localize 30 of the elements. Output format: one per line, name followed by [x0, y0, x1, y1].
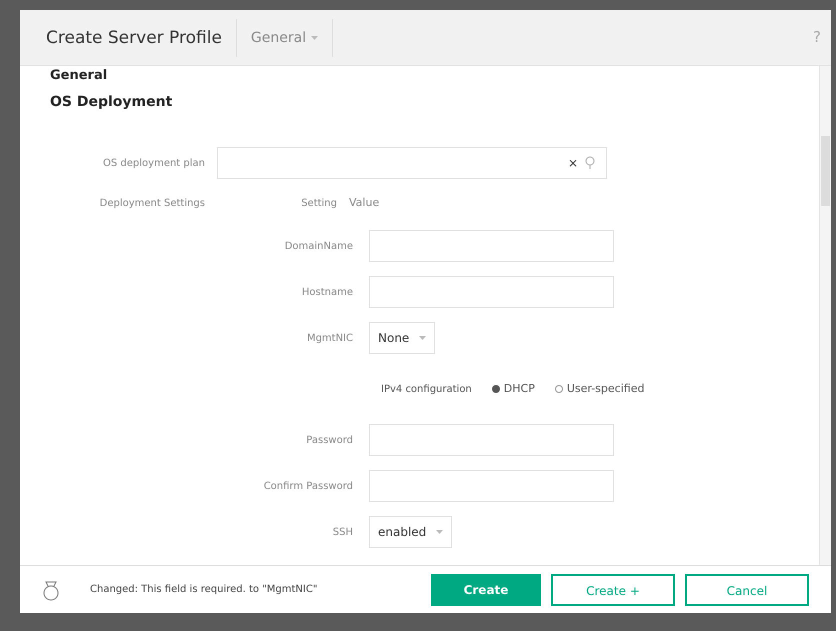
- section-heading: OS Deployment: [50, 93, 174, 112]
- section-heading: General: [50, 68, 108, 84]
- radio-option[interactable]: DHCP: [492, 380, 535, 398]
- text-field[interactable]: [369, 230, 614, 262]
- select-field[interactable]: None: [369, 322, 436, 354]
- field-label: MgmtNIC: [306, 332, 353, 346]
- caret-icon: [310, 36, 318, 40]
- caret-icon: [436, 530, 444, 534]
- field-label: Deployment Settings: [98, 196, 205, 210]
- status-message: Changed: This field is required. to "MgmtNIC": [90, 583, 318, 597]
- field-label: SSH: [332, 526, 353, 540]
- field-label: OS deployment plan: [102, 156, 205, 170]
- text-field[interactable]: [369, 276, 614, 308]
- field-label: IPv4 configuration: [381, 382, 472, 396]
- column-header: Value: [349, 194, 380, 211]
- caret-icon: [419, 336, 426, 340]
- field-label: Confirm Password: [262, 480, 353, 494]
- column-header: Setting: [300, 196, 337, 210]
- field-label: DomainName: [284, 240, 353, 254]
- select-field[interactable]: enabled: [369, 516, 452, 548]
- dialog-title: Create Server Profile: [46, 18, 237, 56]
- field-label: Password: [305, 434, 353, 448]
- radio-option[interactable]: User-specified: [554, 380, 644, 398]
- text-field[interactable]: [369, 470, 614, 502]
- scrollbar-thumb[interactable]: [821, 136, 830, 206]
- clear-button[interactable]: ×: [568, 154, 578, 172]
- field-label: Hostname: [300, 286, 353, 300]
- deployment-plan-field[interactable]: ×: [217, 147, 607, 179]
- text-field[interactable]: [369, 424, 614, 456]
- search-icon: [584, 156, 596, 170]
